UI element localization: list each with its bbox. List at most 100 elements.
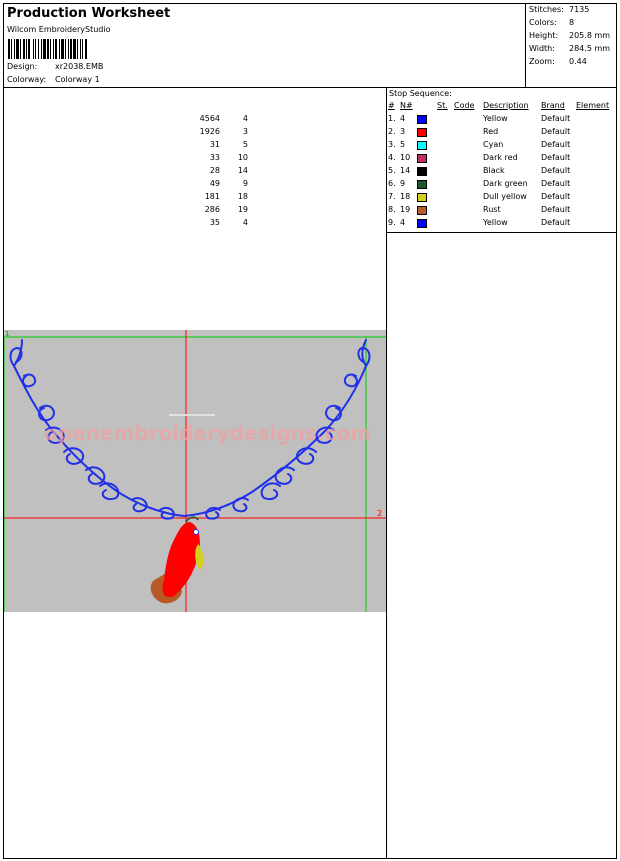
row-description: Dark green: [483, 179, 528, 188]
col-header-stitches: St.: [437, 101, 448, 110]
row-index: 7.: [388, 192, 396, 201]
row-brand: Default: [541, 114, 571, 123]
stat-zoom: Zoom: 0.44: [529, 57, 587, 66]
row-description: Dull yellow: [483, 192, 527, 201]
barcode-bar: [87, 39, 88, 59]
stat-value: 7135: [569, 5, 590, 14]
stat-height: Height: 205.8 mm: [529, 31, 610, 40]
stat-value: 8: [569, 18, 575, 27]
row-stitches: 1926: [199, 127, 220, 136]
color-swatch: [417, 154, 427, 163]
row-stitches: 286: [204, 205, 220, 214]
row-index: 4.: [388, 153, 396, 162]
col-header-brand: Brand: [541, 101, 565, 110]
color-swatch: [417, 219, 427, 228]
row-description: Dark red: [483, 153, 518, 162]
row-index: 5.: [388, 166, 396, 175]
row-code: 4: [242, 218, 248, 227]
row-needle: 4: [400, 218, 406, 227]
col-header-description: Description: [483, 101, 529, 110]
row-description: Rust: [483, 205, 501, 214]
design-row: Design: xr2038.EMB: [7, 62, 103, 71]
col-header-needle: N#: [400, 101, 413, 110]
corner-marker-label: 1: [5, 330, 9, 338]
row-needle: 19: [400, 205, 411, 214]
stat-label: Zoom:: [529, 57, 555, 66]
row-stitches: 49: [209, 179, 220, 188]
row-code: 19: [237, 205, 248, 214]
stat-label: Width:: [529, 44, 555, 53]
stat-width: Width: 284.5 mm: [529, 44, 610, 53]
row-brand: Default: [541, 218, 571, 227]
preview-background: [4, 330, 386, 612]
row-brand: Default: [541, 166, 571, 175]
row-description: Cyan: [483, 140, 504, 149]
row-brand: Default: [541, 179, 571, 188]
row-brand: Default: [541, 205, 571, 214]
row-index: 6.: [388, 179, 396, 188]
row-brand: Default: [541, 127, 571, 136]
stop-sequence-title: Stop Sequence:: [389, 89, 452, 98]
stat-value: 284.5 mm: [569, 44, 611, 53]
row-stitches: 181: [204, 192, 220, 201]
row-needle: 5: [400, 140, 406, 149]
row-code: 3: [242, 127, 248, 136]
row-code: 14: [237, 166, 248, 175]
color-swatch: [417, 141, 427, 150]
design-preview: 2 1 openembroiderydesigns.com: [3, 330, 386, 612]
row-index: 3.: [388, 140, 396, 149]
row-code: 18: [237, 192, 248, 201]
row-code: 5: [242, 140, 248, 149]
row-stitches: 28: [209, 166, 220, 175]
row-code: 9: [242, 179, 248, 188]
row-brand: Default: [541, 153, 571, 162]
row-needle: 4: [400, 114, 406, 123]
watermark-bar: [169, 414, 215, 416]
color-swatch: [417, 128, 427, 137]
color-swatch: [417, 193, 427, 202]
row-index: 2.: [388, 127, 396, 136]
design-value: xr2038.EMB: [55, 62, 104, 71]
row-stitches: 4564: [199, 114, 220, 123]
stat-label: Colors:: [529, 18, 557, 27]
row-needle: 18: [400, 192, 411, 201]
col-header-index: #: [388, 101, 395, 110]
stat-value: 205.8 mm: [569, 31, 611, 40]
row-description: Red: [483, 127, 499, 136]
watermark-text: openembroiderydesigns.com: [44, 421, 371, 445]
row-needle: 3: [400, 127, 406, 136]
col-header-element: Element: [576, 101, 610, 110]
parrot-eye: [193, 529, 199, 535]
row-needle: 10: [400, 153, 411, 162]
row-stitches: 35: [209, 218, 220, 227]
header-panel: Production Worksheet Wilcom EmbroiderySt…: [4, 4, 526, 88]
colorway-value: Colorway 1: [55, 75, 100, 84]
row-index: 9.: [388, 218, 396, 227]
row-description: Black: [483, 166, 505, 175]
row-brand: Default: [541, 140, 571, 149]
row-stitches: 33: [209, 153, 220, 162]
guide-marker-label: 2: [377, 509, 382, 518]
row-needle: 14: [400, 166, 411, 175]
color-swatch: [417, 167, 427, 176]
design-label: Design:: [7, 62, 38, 71]
row-brand: Default: [541, 192, 571, 201]
page-title: Production Worksheet: [7, 6, 171, 21]
stat-label: Height:: [529, 31, 559, 40]
row-index: 1.: [388, 114, 396, 123]
stat-stitches: Stitches: 7135: [529, 5, 589, 14]
colorway-label: Colorway:: [7, 75, 47, 84]
software-name: Wilcom EmbroideryStudio: [7, 25, 111, 34]
col-header-code: Code: [454, 101, 475, 110]
stat-colors: Colors: 8: [529, 18, 574, 27]
row-code: 10: [237, 153, 248, 162]
colorway-row: Colorway: Colorway 1: [7, 75, 100, 84]
color-swatch: [417, 206, 427, 215]
barcode-image: [8, 39, 134, 59]
stop-sequence-panel: Stop Sequence: # N# St. Code Description…: [200, 88, 616, 233]
stats-panel: Stitches: 7135 Colors: 8 Height: 205.8 mm W…: [526, 4, 616, 88]
stat-label: Stitches:: [529, 5, 564, 14]
row-stitches: 31: [209, 140, 220, 149]
row-index: 8.: [388, 205, 396, 214]
stat-value: 0.44: [569, 57, 587, 66]
